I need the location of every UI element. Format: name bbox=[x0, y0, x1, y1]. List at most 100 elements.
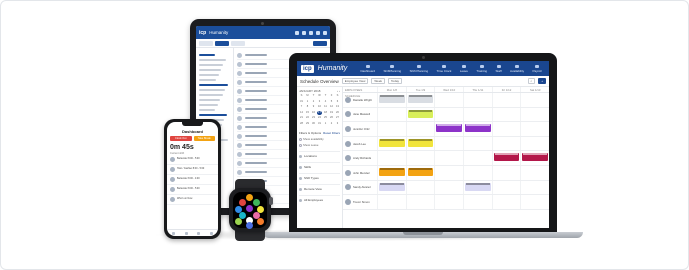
calendar-day[interactable]: 30 bbox=[311, 122, 316, 127]
home-icon[interactable] bbox=[295, 30, 299, 35]
calendar-day[interactable]: 22 bbox=[305, 116, 310, 121]
calendar-day[interactable]: 13 bbox=[335, 105, 340, 110]
employee-cell[interactable]: Sandy Alvarez bbox=[343, 181, 377, 195]
nav-item-2[interactable]: Shift Planning bbox=[410, 64, 428, 73]
employee-cell[interactable]: Jennifer Ortiz bbox=[343, 122, 377, 136]
watch-app-icon[interactable] bbox=[239, 199, 246, 206]
tablet-add-button[interactable] bbox=[313, 40, 327, 46]
day-cell[interactable] bbox=[377, 107, 406, 122]
checkbox-icon[interactable] bbox=[299, 137, 302, 141]
view-select[interactable]: Employee View bbox=[341, 78, 369, 84]
day-cell[interactable] bbox=[377, 136, 406, 151]
calendar-day[interactable]: 3 bbox=[335, 122, 340, 127]
nav-item-3[interactable]: Time Clock bbox=[437, 64, 451, 73]
search-icon[interactable]: ⌕ bbox=[527, 78, 536, 84]
clock-icon[interactable] bbox=[197, 231, 201, 235]
day-cell[interactable] bbox=[434, 165, 463, 180]
calendar-day[interactable]: 5 bbox=[329, 100, 334, 105]
shift-block[interactable] bbox=[493, 153, 520, 162]
shift-block[interactable] bbox=[379, 138, 405, 147]
calendar-day[interactable]: 6 bbox=[335, 100, 340, 105]
app-logo[interactable]: icp bbox=[301, 64, 314, 73]
tablet-filter-chip[interactable] bbox=[231, 40, 245, 46]
calendar-day[interactable]: 12 bbox=[329, 105, 334, 110]
calendar-day[interactable]: 31 bbox=[317, 122, 322, 127]
day-cell[interactable] bbox=[491, 165, 521, 180]
day-cell[interactable] bbox=[491, 180, 521, 195]
shift-block[interactable] bbox=[407, 95, 434, 103]
day-cell[interactable] bbox=[434, 136, 463, 151]
day-cell[interactable] bbox=[377, 122, 406, 136]
calendar-day[interactable]: 15 bbox=[305, 111, 310, 116]
calendar-day[interactable]: 8 bbox=[305, 105, 310, 110]
day-cell[interactable] bbox=[405, 93, 435, 107]
day-cell[interactable] bbox=[463, 151, 492, 165]
calendar-icon[interactable] bbox=[302, 30, 306, 35]
day-cell[interactable] bbox=[377, 165, 406, 180]
calendar-day[interactable]: 26 bbox=[329, 116, 334, 121]
calendar-day[interactable]: 14 bbox=[299, 111, 304, 116]
day-cell[interactable] bbox=[463, 122, 492, 136]
day-cell[interactable] bbox=[463, 107, 492, 122]
shift-block[interactable] bbox=[379, 167, 405, 176]
gear-icon[interactable] bbox=[323, 30, 327, 35]
calendar-day[interactable]: 17 bbox=[317, 110, 322, 115]
home-icon[interactable] bbox=[171, 231, 175, 235]
calendar-day[interactable]: 21 bbox=[299, 116, 304, 121]
shift-list-item[interactable]: Bartender 8:00 - 5:00 bbox=[167, 155, 218, 165]
day-cell[interactable] bbox=[377, 93, 406, 107]
calendar-day[interactable]: 19 bbox=[329, 111, 334, 116]
day-cell[interactable] bbox=[463, 165, 492, 180]
day-cell[interactable] bbox=[463, 93, 492, 107]
day-cell[interactable] bbox=[405, 107, 435, 122]
shift-list-item[interactable]: Bartender 8:00 - 4:00 bbox=[167, 175, 218, 185]
day-cell[interactable] bbox=[520, 122, 549, 136]
day-cell[interactable] bbox=[520, 195, 549, 209]
sidebar-line[interactable] bbox=[199, 64, 224, 66]
calendar-day[interactable]: 28 bbox=[299, 122, 304, 127]
sidebar-line[interactable] bbox=[199, 109, 216, 111]
day-cell[interactable] bbox=[377, 195, 406, 209]
shift-block[interactable] bbox=[465, 182, 491, 191]
add-shift-button[interactable]: + bbox=[538, 78, 546, 84]
day-cell[interactable] bbox=[405, 151, 435, 165]
range-select[interactable]: Week bbox=[371, 78, 386, 84]
nav-item-7[interactable]: Availability bbox=[510, 64, 524, 73]
calendar-day[interactable]: 2 bbox=[329, 122, 334, 127]
sidebar-line[interactable] bbox=[199, 59, 226, 61]
calendar-day[interactable]: 10 bbox=[317, 105, 322, 110]
watch-app-icon[interactable] bbox=[246, 205, 253, 212]
nav-item-5[interactable]: Training bbox=[476, 64, 487, 73]
calendar-day[interactable]: 23 bbox=[311, 116, 316, 121]
watch-app-icon[interactable] bbox=[246, 194, 253, 201]
nav-item-6[interactable]: Staff bbox=[495, 64, 502, 73]
day-cell[interactable] bbox=[377, 180, 406, 195]
menu-icon[interactable] bbox=[210, 231, 214, 235]
shift-block[interactable] bbox=[407, 167, 434, 176]
watch-app-icon[interactable] bbox=[257, 218, 264, 225]
calendar-day[interactable]: 1 bbox=[323, 122, 328, 127]
day-cell[interactable] bbox=[377, 151, 406, 165]
day-cell[interactable] bbox=[405, 195, 435, 209]
day-cell[interactable] bbox=[491, 122, 521, 136]
calendar-day[interactable]: 9 bbox=[311, 105, 316, 110]
day-cell[interactable] bbox=[520, 136, 549, 151]
sidebar-line[interactable] bbox=[199, 104, 218, 106]
calendar-day[interactable]: 25 bbox=[323, 116, 328, 121]
shift-block[interactable] bbox=[407, 109, 434, 118]
people-icon[interactable] bbox=[316, 30, 320, 35]
employee-cell[interactable]: Andy Richards bbox=[343, 151, 377, 165]
filter-section[interactable]: Remote View bbox=[299, 184, 340, 191]
calendar-day[interactable]: 27 bbox=[335, 116, 340, 121]
day-cell[interactable] bbox=[520, 107, 549, 122]
shift-block[interactable] bbox=[379, 182, 405, 191]
today-button[interactable]: Today bbox=[388, 78, 403, 84]
day-cell[interactable] bbox=[405, 122, 435, 136]
reset-filters-link[interactable]: Reset Filters bbox=[323, 131, 340, 135]
day-cell[interactable] bbox=[491, 195, 521, 209]
calendar-day[interactable]: 4 bbox=[323, 100, 328, 105]
calendar-nav-icon[interactable]: ‹ › bbox=[337, 89, 340, 93]
watch-app-icon[interactable] bbox=[253, 199, 260, 206]
filter-section[interactable]: Skills bbox=[299, 162, 340, 169]
day-cell[interactable] bbox=[434, 122, 463, 136]
